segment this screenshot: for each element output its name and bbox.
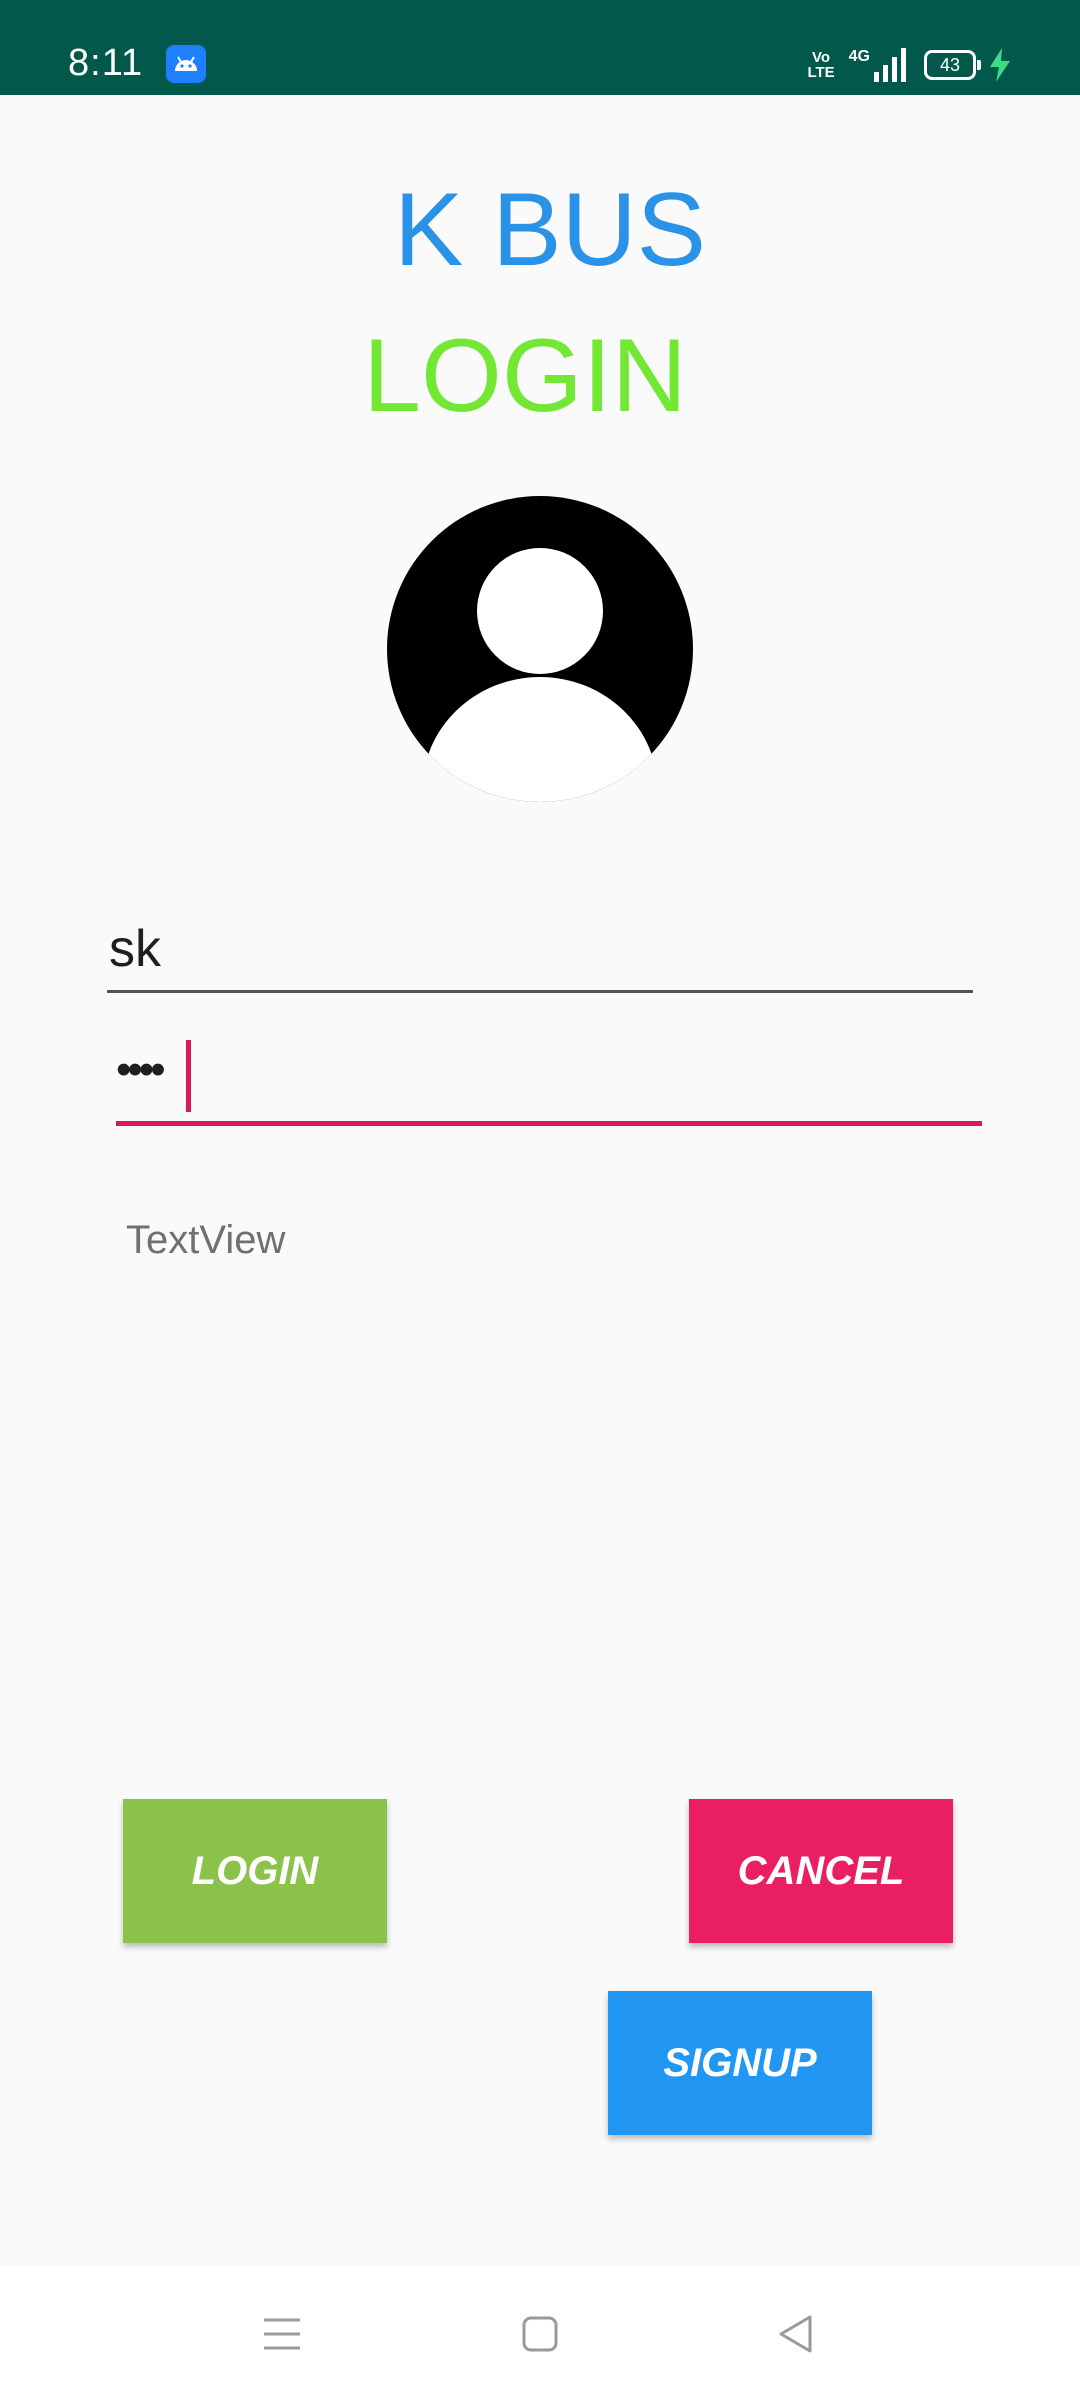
text-cursor (186, 1040, 191, 1112)
username-field[interactable]: sk (107, 905, 973, 993)
password-value: •••• (116, 1045, 166, 1094)
username-value: sk (109, 920, 161, 978)
login-button[interactable]: LOGIN (123, 1799, 387, 1943)
app-title: K BUS (393, 172, 707, 288)
volte-indicator: Vo LTE (807, 49, 835, 81)
home-square-icon[interactable] (510, 2304, 570, 2364)
android-icon (166, 45, 206, 83)
status-icons: Vo LTE 4G 43 (807, 46, 1010, 84)
network-indicator: 4G (849, 48, 910, 82)
signal-icon (874, 48, 906, 82)
battery-indicator: 43 (924, 50, 981, 80)
status-time: 8:11 (68, 42, 144, 84)
login-heading: LOGIN (363, 318, 687, 434)
network-type-label: 4G (848, 48, 870, 65)
signup-button[interactable]: SIGNUP (608, 1991, 872, 2135)
message-text: TextView (126, 1218, 286, 1262)
status-bar: 8:11 Vo LTE 4G 43 (0, 0, 1080, 95)
cancel-button[interactable]: CANCEL (689, 1799, 953, 1943)
menu-icon[interactable] (252, 2304, 312, 2364)
navigation-bar (0, 2266, 1080, 2400)
lightning-icon (990, 48, 1010, 82)
password-field[interactable]: •••• (116, 1030, 982, 1126)
user-avatar-icon (387, 496, 693, 802)
back-triangle-icon[interactable] (766, 2304, 826, 2364)
